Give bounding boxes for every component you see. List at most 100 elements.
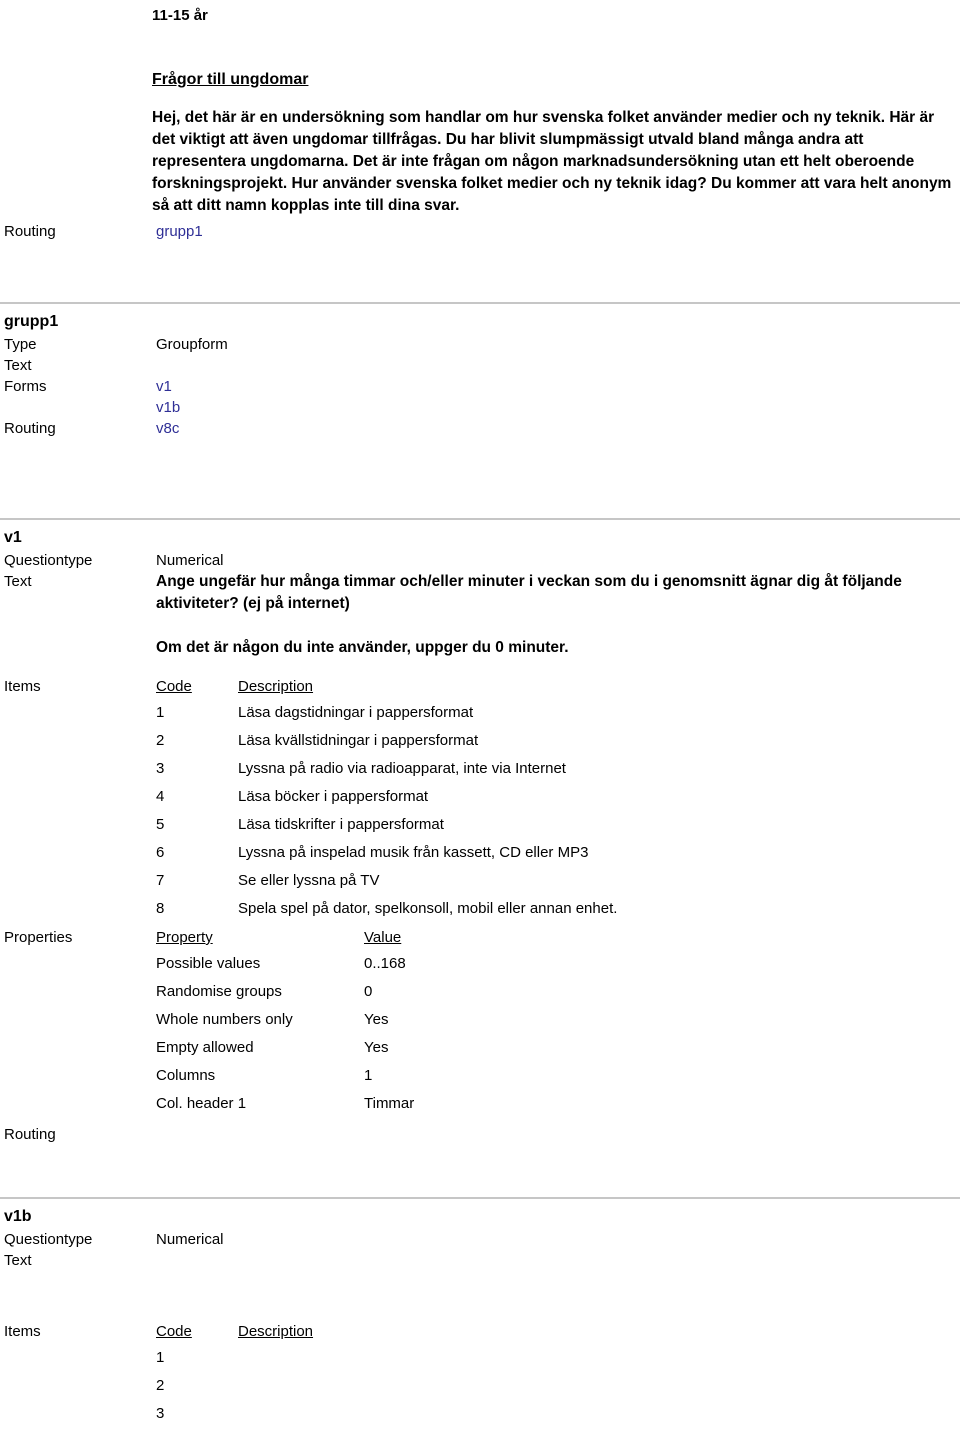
v1-property-value: 1: [364, 1067, 373, 1084]
v1-property-name: Col. header 1: [156, 1095, 247, 1112]
v1b-text-label: Text: [4, 1252, 32, 1269]
grupp1-routing-row: Routing v8c: [0, 418, 960, 439]
table-row: 4 Läsa böcker i pappersformat: [156, 783, 778, 811]
v1-items-row: Items Code Description 1 Läsa dagstidnin…: [0, 676, 960, 923]
v1-property-value: 0..168: [364, 955, 406, 972]
v1b-item-description: [238, 1344, 778, 1372]
table-row: 3 Lyssna på radio via radioapparat, inte…: [156, 755, 778, 783]
v1b-title: v1b: [4, 1208, 32, 1225]
grupp1-title: grupp1: [4, 313, 59, 330]
document-page: 11-15 år Frågor till ungdomar Hej, det h…: [0, 0, 960, 1444]
table-row: Whole numbers only Yes: [156, 1006, 664, 1034]
v1-properties-header-property: Property: [156, 929, 213, 946]
v1-item-description: Lyssna på inspelad musik från kassett, C…: [238, 844, 589, 861]
v1-item-code: 8: [156, 900, 165, 917]
v1-questiontype-row: Questiontype Numerical: [0, 550, 960, 571]
v1-questiontype-label: Questiontype: [4, 552, 93, 569]
v1-questiontype-value: Numerical: [156, 552, 224, 569]
v1-property-value: Timmar: [364, 1095, 415, 1112]
grupp1-type-row: Type Groupform: [0, 334, 960, 355]
v1b-item-code: 3: [156, 1405, 165, 1422]
table-row: Randomise groups 0: [156, 978, 664, 1006]
intro-routing-row: Routing grupp1: [0, 221, 960, 242]
v1b-items-label: Items: [4, 1323, 41, 1340]
grupp1-forms-label: Forms: [4, 378, 47, 395]
v1-item-description: Läsa kvällstidningar i pappersformat: [238, 732, 479, 749]
grupp1-text-value: [156, 355, 960, 376]
v1-properties-row: Properties Property Value Possible value…: [0, 927, 960, 1118]
v1b-questiontype-value: Numerical: [156, 1231, 224, 1248]
v1b-items-header-code: Code: [156, 1323, 192, 1340]
v1-item-code: 3: [156, 760, 165, 777]
v1-property-value: 0: [364, 983, 373, 1000]
table-row: Empty allowed Yes: [156, 1034, 664, 1062]
v1-routing-row: Routing: [0, 1124, 960, 1145]
grupp1-block: grupp1 Type Groupform Text Forms v1 v1b …: [0, 311, 960, 439]
v1b-questiontype-label: Questiontype: [4, 1231, 93, 1248]
v1b-block: v1b Questiontype Numerical Text Items Co…: [0, 1206, 960, 1428]
v1-items-header-description: Description: [238, 678, 314, 695]
v1-property-name: Empty allowed: [156, 1039, 254, 1056]
v1-items-header-code: Code: [156, 678, 192, 695]
v1-property-name: Whole numbers only: [156, 1011, 293, 1028]
questionnaire-section-title: Frågor till ungdomar: [152, 71, 309, 88]
table-row: Columns 1: [156, 1062, 664, 1090]
age-group-heading: 11-15 år: [152, 7, 208, 24]
v1-property-name: Possible values: [156, 955, 261, 972]
table-row: 5 Läsa tidskrifter i pappersformat: [156, 811, 778, 839]
table-row: 1: [156, 1344, 778, 1372]
v1b-questiontype-row: Questiontype Numerical: [0, 1229, 960, 1250]
v1-routing-label: Routing: [4, 1126, 56, 1143]
section-divider-v1: [0, 518, 960, 520]
grupp1-forms-links: v1 v1b: [156, 376, 960, 418]
v1-properties-label: Properties: [4, 929, 73, 946]
intro-routing-label: Routing: [4, 223, 56, 240]
v1-title: v1: [4, 529, 22, 546]
v1-properties-table: Property Value Possible values 0..168 Ra…: [156, 927, 664, 1118]
v1-items-label: Items: [4, 678, 41, 695]
grupp1-routing-link-v8c[interactable]: v8c: [156, 420, 179, 437]
v1b-items-table: Code Description 1 2 3: [156, 1321, 778, 1428]
intro-block: 11-15 år Frågor till ungdomar Hej, det h…: [0, 0, 960, 242]
intro-routing-link-grupp1[interactable]: grupp1: [156, 223, 203, 240]
table-row: 2 Läsa kvällstidningar i pappersformat: [156, 727, 778, 755]
v1-item-code: 2: [156, 732, 165, 749]
v1-item-description: Spela spel på dator, spelkonsoll, mobil …: [238, 900, 618, 917]
v1-property-value: Yes: [364, 1039, 389, 1056]
v1-item-description: Lyssna på radio via radioapparat, inte v…: [238, 760, 566, 777]
section-divider-grupp1: [0, 302, 960, 304]
table-row: Col. header 1 Timmar: [156, 1090, 664, 1118]
table-row: 3: [156, 1400, 778, 1428]
v1-item-code: 7: [156, 872, 165, 889]
v1b-items-header-description: Description: [238, 1323, 314, 1340]
v1-items-table: Code Description 1 Läsa dagstidningar i …: [156, 676, 778, 923]
table-row: 7 Se eller lyssna på TV: [156, 867, 778, 895]
v1-item-description: Se eller lyssna på TV: [238, 872, 380, 889]
grupp1-form-link-v1[interactable]: v1: [156, 378, 172, 395]
v1b-text-row: Text: [0, 1250, 960, 1271]
grupp1-text-row: Text: [0, 355, 960, 376]
v1-items-header-row: Code Description: [156, 676, 778, 699]
table-row: 6 Lyssna på inspelad musik från kassett,…: [156, 839, 778, 867]
v1-item-description: Läsa böcker i pappersformat: [238, 788, 429, 805]
grupp1-type-label: Type: [4, 336, 37, 353]
table-row: Possible values 0..168: [156, 950, 664, 978]
v1-item-code: 6: [156, 844, 165, 861]
v1b-items-row: Items Code Description 1 2 3: [0, 1321, 960, 1428]
v1b-item-code: 2: [156, 1377, 165, 1394]
v1-text-value-group: Ange ungefär hur många timmar och/eller …: [156, 571, 960, 659]
v1-question-text-note: Om det är någon du inte använder, uppger…: [156, 639, 569, 656]
v1b-item-description: [238, 1372, 778, 1400]
v1b-spacer: [0, 1271, 960, 1295]
v1b-item-code: 1: [156, 1349, 165, 1366]
v1-text-label: Text: [4, 573, 32, 590]
v1-item-description: Läsa dagstidningar i pappersformat: [238, 704, 474, 721]
v1-property-value: Yes: [364, 1011, 389, 1028]
grupp1-form-link-v1b[interactable]: v1b: [156, 399, 180, 416]
v1-property-name: Randomise groups: [156, 983, 282, 1000]
grupp1-text-label: Text: [4, 357, 32, 374]
v1-question-text: Ange ungefär hur många timmar och/eller …: [156, 573, 902, 612]
intro-paragraph: Hej, det här är en undersökning som hand…: [152, 109, 952, 214]
v1-properties-header-row: Property Value: [156, 927, 664, 950]
v1-block: v1 Questiontype Numerical Text Ange unge…: [0, 527, 960, 1145]
